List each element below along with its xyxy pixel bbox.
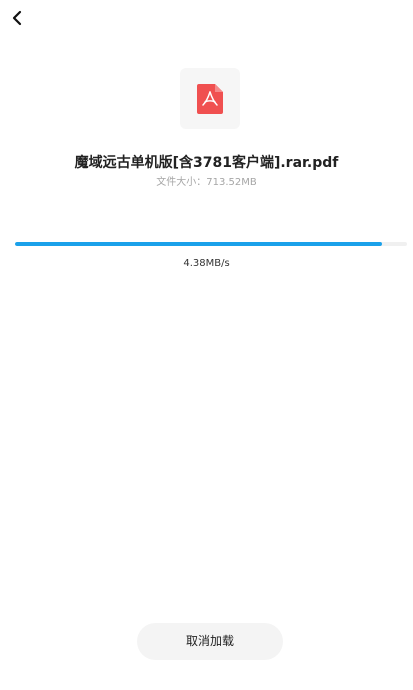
- file-name: 魔域远古单机版[含3781客户端].rar.pdf: [74, 155, 339, 171]
- cancel-download-button[interactable]: 取消加载: [137, 623, 283, 660]
- pdf-file-icon: [197, 83, 223, 114]
- download-progress-bar: [15, 242, 407, 246]
- chevron-left-icon: [12, 10, 22, 26]
- file-size: 文件大小：713.52MB: [156, 177, 257, 188]
- back-button[interactable]: [6, 7, 28, 29]
- download-speed: 4.38MB/s: [183, 258, 230, 269]
- download-progress-fill: [15, 242, 382, 246]
- file-type-icon-card: [180, 68, 240, 129]
